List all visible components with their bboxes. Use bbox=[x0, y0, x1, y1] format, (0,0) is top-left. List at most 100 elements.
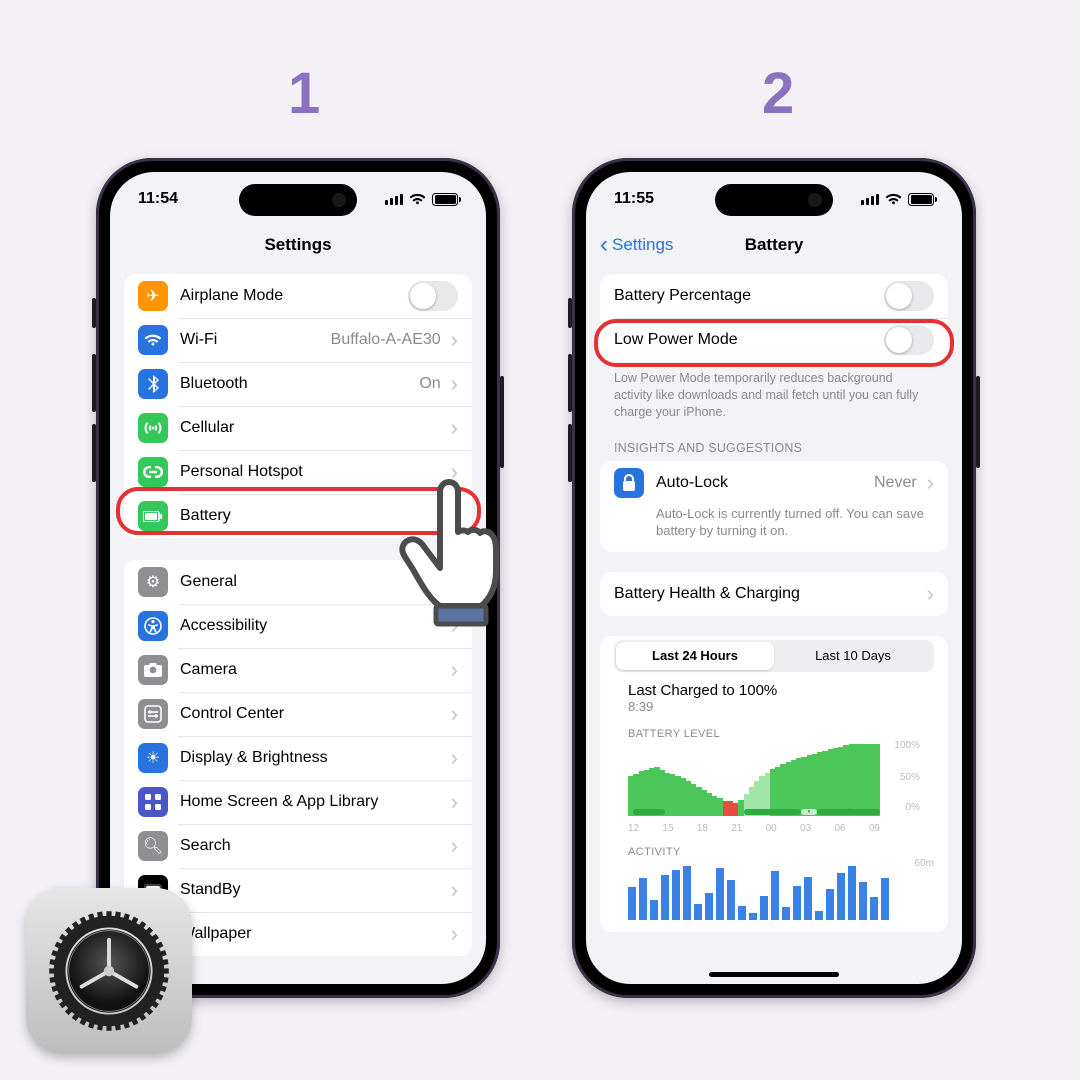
row-label: Airplane Mode bbox=[180, 287, 408, 305]
row-label: Cellular bbox=[180, 419, 447, 437]
low-power-mode-toggle[interactable] bbox=[884, 325, 934, 355]
battery-icon bbox=[432, 193, 458, 206]
row-value: Buffalo-A-AE30 bbox=[331, 331, 441, 349]
battery-level-chart: 100% 50% 0% ⏸⚡︎ 1215182100030609 bbox=[628, 742, 920, 834]
time-range-segmented[interactable]: Last 24 Hours Last 10 Days bbox=[614, 640, 934, 672]
y-tick: 0% bbox=[906, 802, 920, 813]
status-time: 11:55 bbox=[614, 190, 654, 208]
hotspot-icon bbox=[138, 457, 168, 487]
bluetooth-icon bbox=[138, 369, 168, 399]
chevron-right-icon: › bbox=[927, 581, 934, 607]
activity-y-tick: 60m bbox=[915, 858, 934, 869]
y-tick: 50% bbox=[900, 772, 920, 783]
step-number-1: 1 bbox=[288, 60, 320, 127]
brightness-icon: ☀︎ bbox=[138, 743, 168, 773]
dynamic-island bbox=[239, 184, 357, 216]
chevron-right-icon: › bbox=[451, 833, 458, 859]
row-value: Never bbox=[874, 474, 917, 492]
back-button[interactable]: ‹ Settings bbox=[600, 235, 673, 255]
navbar: ‹ Settings Battery bbox=[586, 226, 962, 264]
battery-usage-card: Last 24 Hours Last 10 Days Last Charged … bbox=[600, 636, 948, 932]
row-cellular[interactable]: Cellular › bbox=[124, 406, 472, 450]
chevron-right-icon: › bbox=[451, 745, 458, 771]
segment-10-days[interactable]: Last 10 Days bbox=[774, 642, 932, 670]
row-label: Bluetooth bbox=[180, 375, 419, 393]
phone-2: 11:55 ‹ Settings Battery Battery Percent… bbox=[572, 158, 976, 998]
cellular-signal-icon bbox=[385, 194, 403, 205]
y-tick: 100% bbox=[894, 740, 920, 751]
gear-icon: ⚙︎ bbox=[138, 567, 168, 597]
cellular-signal-icon bbox=[861, 194, 879, 205]
battery-percentage-toggle[interactable] bbox=[884, 281, 934, 311]
chevron-right-icon: › bbox=[451, 415, 458, 441]
row-airplane-mode[interactable]: ✈︎ Airplane Mode bbox=[124, 274, 472, 318]
row-control-center[interactable]: Control Center › bbox=[124, 692, 472, 736]
charged-time: 8:39 bbox=[600, 699, 948, 722]
row-label: Auto-Lock bbox=[656, 474, 874, 492]
row-label: StandBy bbox=[180, 881, 447, 899]
low-power-mode-description: Low Power Mode temporarily reduces backg… bbox=[586, 362, 962, 423]
row-battery-health[interactable]: Battery Health & Charging › bbox=[600, 572, 948, 616]
row-label: Home Screen & App Library bbox=[180, 793, 447, 811]
row-search[interactable]: 🔍︎ Search › bbox=[124, 824, 472, 868]
row-label: Display & Brightness bbox=[180, 749, 447, 767]
row-label: Camera bbox=[180, 661, 447, 679]
row-label: Battery Health & Charging bbox=[614, 585, 923, 603]
tap-hand-icon bbox=[396, 478, 516, 628]
camera-icon bbox=[138, 655, 168, 685]
row-value: On bbox=[419, 375, 440, 393]
segment-24-hours[interactable]: Last 24 Hours bbox=[616, 642, 774, 670]
row-label: Wallpaper bbox=[180, 925, 447, 943]
wifi-icon bbox=[409, 193, 426, 205]
battery-group-toggles: Battery Percentage Low Power Mode bbox=[600, 274, 948, 362]
battery-level-header: BATTERY LEVEL bbox=[600, 722, 948, 742]
airplane-toggle[interactable] bbox=[408, 281, 458, 311]
chevron-right-icon: › bbox=[927, 470, 934, 496]
airplane-icon: ✈︎ bbox=[138, 281, 168, 311]
search-icon: 🔍︎ bbox=[138, 831, 168, 861]
settings-app-icon bbox=[26, 888, 192, 1054]
insights-section-header: INSIGHTS AND SUGGESTIONS bbox=[586, 423, 962, 461]
chevron-right-icon: › bbox=[451, 789, 458, 815]
row-camera[interactable]: Camera › bbox=[124, 648, 472, 692]
row-battery-percentage[interactable]: Battery Percentage bbox=[600, 274, 948, 318]
battery-icon bbox=[908, 193, 934, 206]
home-screen-icon bbox=[138, 787, 168, 817]
row-home-screen[interactable]: Home Screen & App Library › bbox=[124, 780, 472, 824]
status-time: 11:54 bbox=[138, 190, 178, 208]
back-label: Settings bbox=[612, 235, 673, 255]
row-label: Search bbox=[180, 837, 447, 855]
wifi-row-icon bbox=[138, 325, 168, 355]
accessibility-icon bbox=[138, 611, 168, 641]
home-indicator[interactable] bbox=[709, 972, 839, 977]
row-display-brightness[interactable]: ☀︎ Display & Brightness › bbox=[124, 736, 472, 780]
page-title: Battery bbox=[745, 235, 804, 255]
insight-autolock: Auto-Lock Never › Auto-Lock is currently… bbox=[600, 461, 948, 552]
battery-row-icon bbox=[138, 501, 168, 531]
control-center-icon bbox=[138, 699, 168, 729]
row-label: Wi-Fi bbox=[180, 331, 331, 349]
row-label: Battery Percentage bbox=[614, 287, 884, 305]
screen-2: 11:55 ‹ Settings Battery Battery Percent… bbox=[586, 172, 962, 984]
lock-icon bbox=[614, 468, 644, 498]
navbar: Settings bbox=[110, 226, 486, 264]
activity-chart bbox=[628, 860, 920, 920]
chevron-right-icon: › bbox=[451, 327, 458, 353]
row-low-power-mode[interactable]: Low Power Mode bbox=[600, 318, 948, 362]
page-title: Settings bbox=[264, 235, 331, 255]
chevron-left-icon: ‹ bbox=[600, 237, 608, 254]
chevron-right-icon: › bbox=[451, 921, 458, 947]
dynamic-island bbox=[715, 184, 833, 216]
step-number-2: 2 bbox=[762, 60, 794, 127]
row-auto-lock[interactable]: Auto-Lock Never › bbox=[600, 461, 948, 505]
chevron-right-icon: › bbox=[451, 701, 458, 727]
cellular-icon bbox=[138, 413, 168, 443]
chevron-right-icon: › bbox=[451, 877, 458, 903]
auto-lock-description: Auto-Lock is currently turned off. You c… bbox=[600, 505, 948, 552]
activity-header: ACTIVITY bbox=[600, 834, 948, 860]
row-bluetooth[interactable]: Bluetooth On › bbox=[124, 362, 472, 406]
chevron-right-icon: › bbox=[451, 371, 458, 397]
row-label: Control Center bbox=[180, 705, 447, 723]
row-wifi[interactable]: Wi-Fi Buffalo-A-AE30 › bbox=[124, 318, 472, 362]
row-label: Low Power Mode bbox=[614, 331, 884, 349]
